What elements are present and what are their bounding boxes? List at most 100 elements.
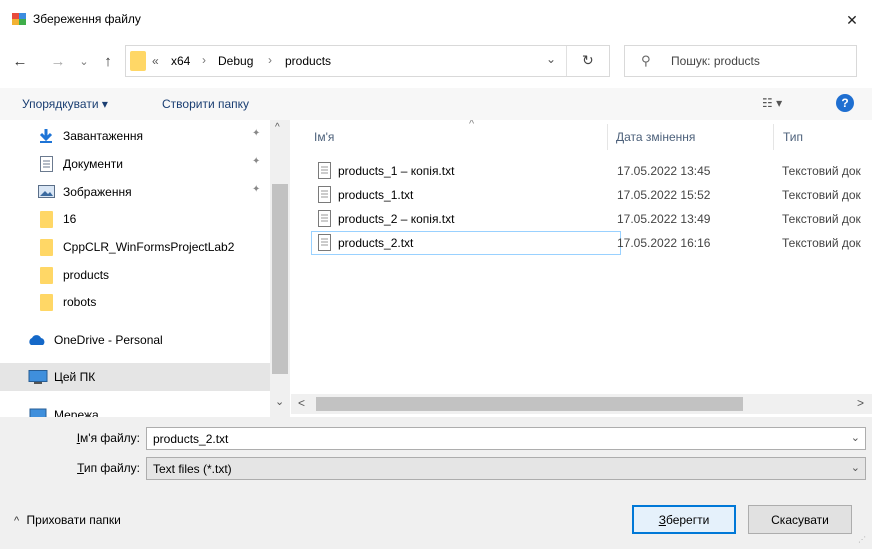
- folder-icon: [40, 294, 53, 311]
- sidebar-item-this-pc[interactable]: Цей ПК: [0, 363, 270, 391]
- file-row[interactable]: products_1 – копія.txt 17.05.2022 13:45 …: [311, 159, 872, 183]
- filetype-label: Тип файлу:: [0, 461, 140, 475]
- breadcrumb-overflow[interactable]: «: [152, 54, 159, 68]
- sidebar-scrollbar[interactable]: ^ ⌄: [270, 120, 290, 417]
- pin-icon: ✦: [252, 184, 261, 195]
- filename-label-text: м'я файлу:: [80, 431, 140, 445]
- scroll-right-icon[interactable]: >: [857, 396, 864, 410]
- sidebar-item-network[interactable]: Мережа: [0, 401, 270, 417]
- app-icon: [11, 11, 27, 27]
- chevron-down-icon: ⌄: [79, 55, 89, 68]
- sidebar-item-label: products: [63, 268, 110, 282]
- cancel-button[interactable]: Скасувати: [748, 505, 852, 534]
- sidebar-item-onedrive[interactable]: OneDrive - Personal: [0, 326, 270, 354]
- search-box[interactable]: ⚲ Пошук: products: [624, 45, 857, 77]
- chevron-down-icon[interactable]: ⌄: [851, 461, 860, 474]
- text-file-icon: [318, 234, 331, 251]
- sidebar-item-label: CppCLR_WinFormsProjectLab2: [63, 240, 235, 254]
- sort-ascending-icon: ^: [469, 120, 475, 130]
- file-list-pane: Ім'я ^ Дата змінення Тип products_1 – ко…: [291, 120, 872, 417]
- pin-icon: ✦: [252, 128, 261, 139]
- address-divider: [566, 46, 567, 76]
- text-file-icon: [318, 186, 331, 203]
- forward-arrow-icon: →: [50, 52, 66, 70]
- up-button[interactable]: ↑: [96, 48, 120, 74]
- sidebar-item-documents[interactable]: Документи ✦: [0, 150, 270, 178]
- filename-label: Ім'я файлу:: [0, 431, 140, 445]
- search-input[interactable]: Пошук: products: [671, 54, 760, 68]
- toolbar: Упорядкувати ▾ Створити папку ☷ ▾ ?: [0, 88, 872, 120]
- scrollbar-thumb[interactable]: [272, 184, 288, 374]
- help-icon[interactable]: ?: [836, 94, 854, 112]
- sidebar-item-folder-16[interactable]: 16: [0, 205, 270, 233]
- file-row[interactable]: products_2 – копія.txt 17.05.2022 13:49 …: [311, 207, 872, 231]
- address-dropdown-icon[interactable]: ⌄: [546, 52, 556, 66]
- organize-menu-button[interactable]: Упорядкувати ▾: [22, 97, 108, 111]
- cancel-label: Скасувати: [771, 512, 829, 527]
- breadcrumb-item-products[interactable]: products: [285, 54, 331, 68]
- up-arrow-icon: ↑: [104, 52, 112, 70]
- sidebar-item-pictures[interactable]: Зображення ✦: [0, 178, 270, 206]
- file-name: products_1 – копія.txt: [338, 164, 455, 178]
- breadcrumb-item-debug[interactable]: Debug: [218, 54, 253, 68]
- sidebar-item-label: Документи: [63, 157, 123, 171]
- sidebar-item-label: OneDrive - Personal: [54, 333, 163, 347]
- breadcrumb-item-x64[interactable]: x64: [171, 54, 190, 68]
- folder-icon: [40, 239, 53, 256]
- close-button[interactable]: ✕: [832, 0, 872, 40]
- text-file-icon: [318, 210, 331, 227]
- window-title: Збереження файлу: [33, 12, 141, 26]
- pin-icon: ✦: [252, 156, 261, 167]
- close-icon: ✕: [846, 11, 858, 28]
- save-options-panel: Ім'я файлу: products_2.txt ⌄ Тип файлу: …: [0, 417, 872, 549]
- scrollbar-thumb[interactable]: [316, 397, 743, 411]
- scroll-down-icon[interactable]: ⌄: [275, 395, 284, 408]
- sidebar-item-folder-robots[interactable]: robots: [0, 288, 270, 316]
- new-folder-button[interactable]: Створити папку: [162, 97, 249, 111]
- filename-input[interactable]: products_2.txt ⌄: [146, 427, 866, 450]
- cloud-icon: [29, 335, 45, 345]
- hide-folders-toggle[interactable]: ^ Приховати папки: [14, 513, 121, 527]
- text-file-icon: [318, 162, 331, 179]
- sidebar-item-label: Зображення: [63, 185, 132, 199]
- sidebar-item-label: robots: [63, 295, 97, 309]
- search-icon: ⚲: [641, 53, 651, 68]
- hide-folders-label: Приховати папки: [26, 513, 121, 527]
- sidebar-item-downloads[interactable]: Завантаження ✦: [0, 122, 270, 150]
- file-type: Текстовий док: [782, 164, 861, 178]
- scroll-up-icon[interactable]: ^: [275, 122, 280, 133]
- folder-icon: [40, 211, 53, 228]
- breadcrumb-separator-icon[interactable]: ›: [202, 53, 206, 67]
- column-header-type[interactable]: Тип: [774, 120, 872, 152]
- file-row-focused[interactable]: products_2.txt: [311, 231, 621, 255]
- file-list-hscrollbar[interactable]: < >: [291, 394, 872, 414]
- resize-grip-icon[interactable]: ⋰: [858, 535, 868, 545]
- column-header-date[interactable]: Дата змінення: [608, 120, 773, 152]
- folder-icon: [40, 267, 53, 284]
- forward-button[interactable]: →: [46, 48, 70, 74]
- sidebar-item-folder-products[interactable]: products: [0, 261, 270, 289]
- chevron-up-icon: ^: [14, 515, 20, 527]
- file-date: 17.05.2022 15:52: [617, 188, 711, 202]
- network-icon: [29, 408, 47, 417]
- sidebar-item-label: Мережа: [54, 408, 99, 417]
- filetype-select[interactable]: Text files (*.txt) ⌄: [146, 457, 866, 480]
- save-button[interactable]: Зберегти: [632, 505, 736, 534]
- scroll-left-icon[interactable]: <: [298, 396, 305, 410]
- file-type: Текстовий док: [782, 188, 861, 202]
- file-row[interactable]: products_1.txt 17.05.2022 15:52 Текстови…: [311, 183, 872, 207]
- chevron-down-icon[interactable]: ⌄: [851, 431, 860, 444]
- folder-icon: [130, 51, 146, 71]
- view-options-icon[interactable]: ☷ ▾: [762, 96, 782, 110]
- sidebar-item-label: Цей ПК: [54, 370, 96, 384]
- refresh-icon[interactable]: ↻: [582, 52, 594, 69]
- title-bar: Збереження файлу ✕: [0, 0, 872, 40]
- sidebar-item-folder-cppclr[interactable]: CppCLR_WinFormsProjectLab2: [0, 233, 270, 261]
- column-header-name[interactable]: Ім'я ^: [311, 120, 608, 152]
- breadcrumb-separator-icon[interactable]: ›: [268, 53, 272, 67]
- back-button[interactable]: ←: [8, 48, 32, 74]
- back-arrow-icon: ←: [12, 52, 28, 70]
- recent-locations-button[interactable]: ⌄: [76, 50, 92, 72]
- pictures-icon: [38, 185, 55, 198]
- address-bar[interactable]: « x64 › Debug › products ⌄ ↻: [125, 45, 610, 77]
